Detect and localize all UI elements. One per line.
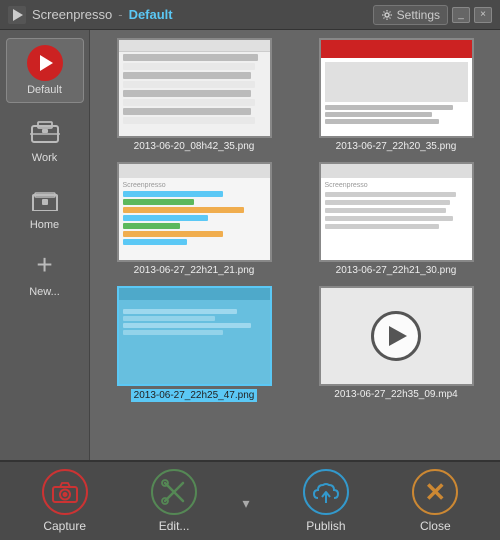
thumb-label-5: 2013-06-27_22h25_47.png [131, 389, 258, 402]
close-x-icon: ✕ [424, 479, 446, 505]
edit-label: Edit... [159, 519, 190, 533]
thumb-img-5 [117, 286, 272, 386]
app-name: Screenpresso [32, 7, 112, 22]
default-icon [27, 45, 63, 81]
thumb-img-3: Screenpresso [117, 162, 272, 262]
title-bar-right: Settings _ × [373, 5, 492, 25]
close-label: Close [420, 519, 451, 533]
thumbnail-1[interactable]: 2013-06-20_08h42_35.png [98, 38, 290, 152]
app-icon [8, 6, 26, 24]
sidebar-item-work[interactable]: Work [6, 107, 84, 170]
gear-icon [381, 9, 393, 21]
edit-circle [151, 469, 197, 515]
title-separator: - [118, 7, 122, 22]
title-bar: Screenpresso - Default Settings _ × [0, 0, 500, 30]
thumbnail-3[interactable]: Screenpresso 2013-06-27_22h21_21.png [98, 162, 290, 276]
thumb-label-3: 2013-06-27_22h21_21.png [134, 265, 255, 276]
thumb-label-6: 2013-06-27_22h35_09.mp4 [334, 389, 457, 400]
play-icon [371, 311, 421, 361]
cloud-upload-icon [312, 480, 340, 504]
sidebar-label-default: Default [27, 84, 62, 96]
edit-icon [161, 479, 187, 505]
thumb-label-4: 2013-06-27_22h21_30.png [336, 265, 457, 276]
publish-circle [303, 469, 349, 515]
new-icon: + [27, 247, 63, 283]
sidebar-label-home: Home [30, 219, 59, 231]
close-window-button[interactable]: × [474, 7, 492, 23]
close-button[interactable]: ✕ Close [402, 463, 468, 539]
sidebar-label-work: Work [32, 152, 57, 164]
profile-name: Default [129, 7, 173, 22]
thumb-img-6 [319, 286, 474, 386]
capture-button[interactable]: Capture [32, 463, 98, 539]
thumbnail-6[interactable]: 2013-06-27_22h35_09.mp4 [300, 286, 492, 402]
thumbnail-4[interactable]: Screenpresso 2013-06-27_22h21_30.png [300, 162, 492, 276]
minimize-button[interactable]: _ [452, 7, 470, 23]
capture-label: Capture [43, 519, 86, 533]
title-bar-left: Screenpresso - Default [8, 6, 173, 24]
capture-circle [42, 469, 88, 515]
thumb-label-1: 2013-06-20_08h42_35.png [134, 141, 255, 152]
main-layout: Default Work Ho [0, 30, 500, 460]
thumbnails-grid: 2013-06-20_08h42_35.png 2013-06 [98, 38, 492, 402]
thumb-img-1 [117, 38, 272, 138]
thumb-label-2: 2013-06-27_22h20_35.png [336, 141, 457, 152]
sidebar-item-home[interactable]: Home [6, 174, 84, 237]
camera-icon [52, 481, 78, 503]
thumb-img-2 [319, 38, 474, 138]
thumb-img-4: Screenpresso [319, 162, 474, 262]
thumbnail-2[interactable]: 2013-06-27_22h20_35.png [300, 38, 492, 152]
sidebar-item-default[interactable]: Default [6, 38, 84, 103]
bottom-toolbar: Capture Edit... ▾ Publish [0, 460, 500, 540]
home-icon [27, 180, 63, 216]
content-area: 2013-06-20_08h42_35.png 2013-06 [90, 30, 500, 460]
sidebar-label-new: New... [29, 286, 60, 298]
publish-label: Publish [306, 519, 345, 533]
settings-label: Settings [397, 8, 440, 22]
work-icon [27, 113, 63, 149]
selected-overlay [119, 288, 270, 384]
close-circle: ✕ [412, 469, 458, 515]
sidebar: Default Work Ho [0, 30, 90, 460]
thumbnail-5[interactable]: 2013-06-27_22h25_47.png [98, 286, 290, 402]
sidebar-item-new[interactable]: + New... [6, 241, 84, 304]
settings-button[interactable]: Settings [373, 5, 448, 25]
edit-dropdown-arrow[interactable]: ▾ [242, 495, 249, 540]
edit-button[interactable]: Edit... [141, 463, 207, 539]
publish-button[interactable]: Publish [293, 463, 359, 539]
